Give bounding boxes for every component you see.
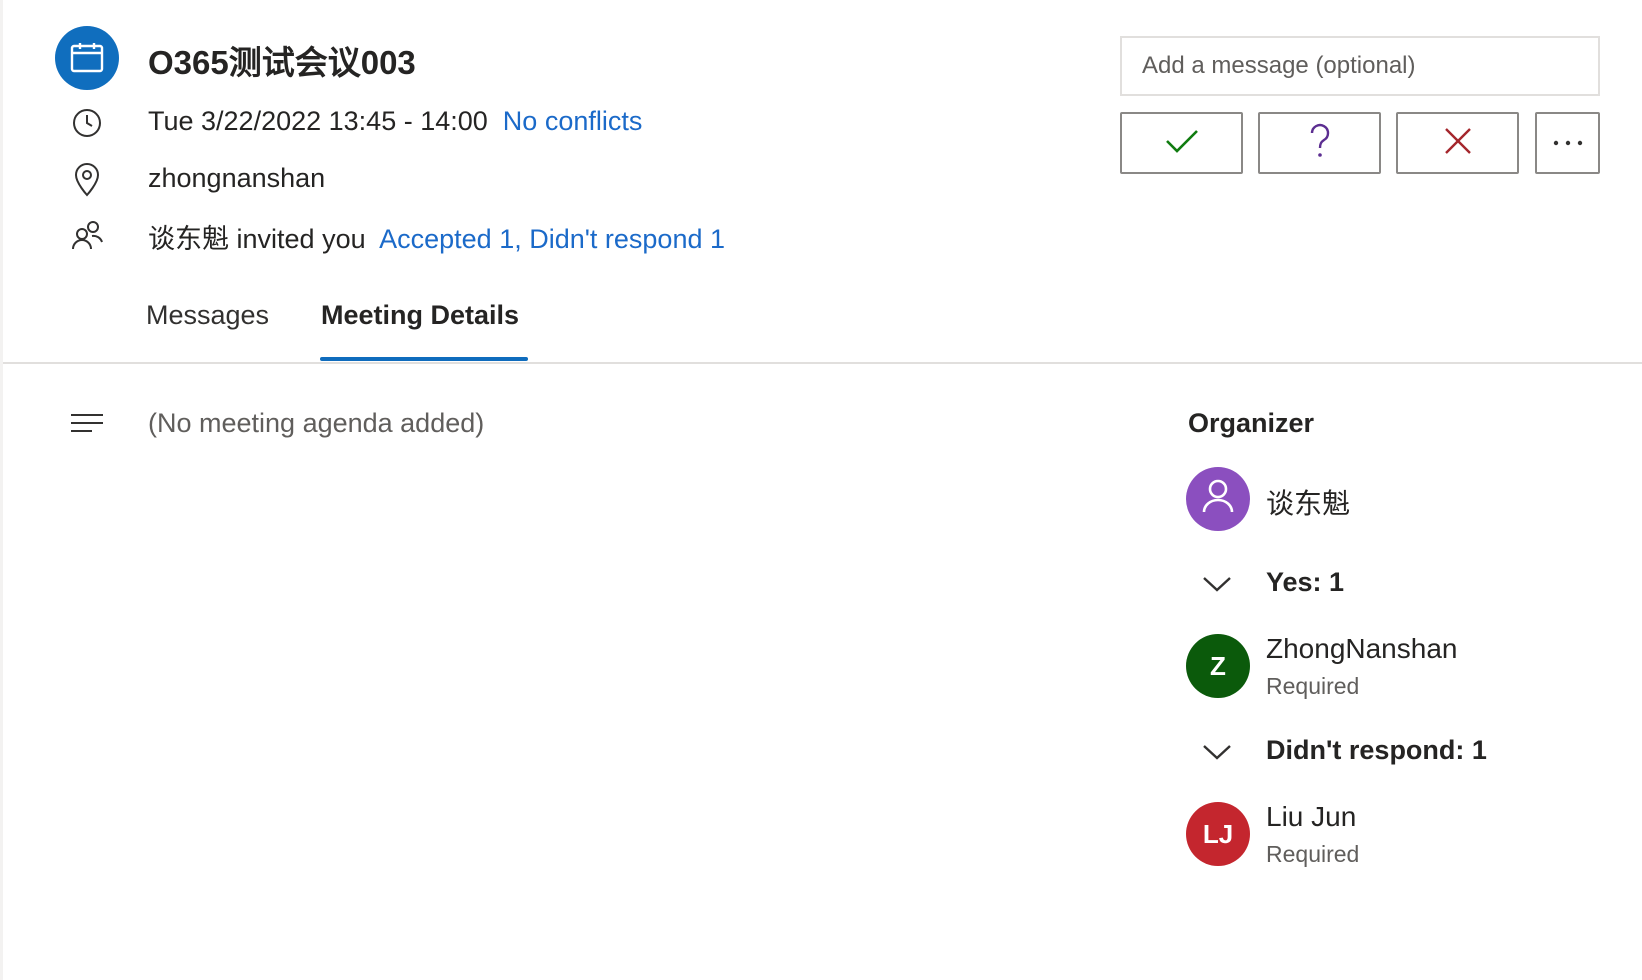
group-heading-yes: Yes: 1 [1266,567,1345,597]
ellipsis-icon [1552,134,1584,152]
meeting-datetime: Tue 3/22/2022 13:45 - 14:00 [148,106,488,136]
meeting-title: O365测试会议003 [148,44,416,81]
invite-row: 谈东魁 invited you Accepted 1, Didn't respo… [148,217,725,256]
group-heading-didnt-respond: Didn't respond: 1 [1266,735,1487,765]
calendar-icon [55,26,119,90]
attendee-name: Liu Jun [1266,801,1357,832]
clock-icon [69,105,105,141]
invited-text: invited you [236,224,366,254]
tab-messages[interactable]: Messages [146,300,269,331]
organizer-heading: Organizer [1188,408,1315,438]
agenda-empty-text: (No meeting agenda added) [148,408,485,438]
organizer-name: 谈东魁 [1266,488,1351,519]
tabs-divider [3,362,1642,364]
avatar-initials: LJ [1202,818,1234,849]
decline-button[interactable] [1396,112,1519,174]
location-icon [69,162,105,198]
check-icon [1164,127,1200,160]
avatar: LJ [1186,802,1250,866]
responses-summary-link[interactable]: Accepted 1, Didn't respond 1 [379,224,725,254]
agenda-lines-icon [69,406,105,442]
left-border [0,0,3,980]
meeting-location: zhongnanshan [148,163,326,193]
organizer-avatar [1186,467,1250,531]
attendee-role: Required [1266,673,1360,699]
tab-meeting-details[interactable]: Meeting Details [321,300,519,331]
meeting-datetime-row: Tue 3/22/2022 13:45 - 14:00 No conflicts [148,106,642,137]
tentative-button[interactable] [1258,112,1381,174]
question-icon [1308,123,1332,164]
avatar-initials: Z [1210,650,1226,681]
response-message-input[interactable] [1120,36,1600,96]
person-icon [1201,478,1235,521]
avatar: Z [1186,634,1250,698]
attendees-icon [69,217,105,253]
x-icon [1443,126,1473,161]
chevron-down-icon[interactable] [1197,569,1237,599]
chevron-down-icon[interactable] [1197,737,1237,767]
active-tab-indicator [320,357,528,361]
attendee-role: Required [1266,841,1360,867]
attendee-name: ZhongNanshan [1266,633,1458,664]
accept-button[interactable] [1120,112,1243,174]
more-options-button[interactable] [1535,112,1600,174]
inviter-name: 谈东魁 [148,224,229,254]
conflicts-link[interactable]: No conflicts [503,106,643,136]
